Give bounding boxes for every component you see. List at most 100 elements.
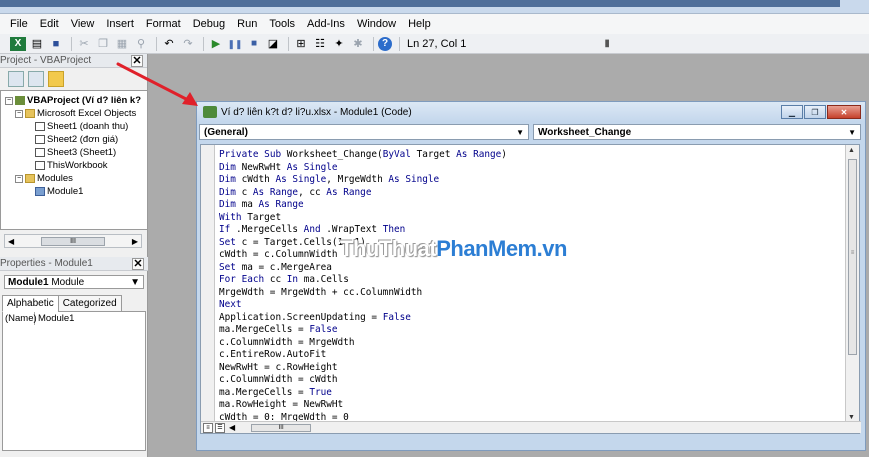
scroll-up-icon[interactable]: ▲ [848, 147, 855, 154]
view-code-icon[interactable] [8, 71, 24, 87]
collapse-icon[interactable]: − [15, 109, 23, 118]
code-line[interactable]: Dim cWdth As Single, MrgeWdth As Single [219, 174, 507, 187]
help-icon[interactable]: ? [378, 36, 392, 51]
code-line[interactable]: Private Sub Worksheet_Change(ByVal Targe… [219, 149, 507, 162]
paste-icon[interactable]: ▦ [114, 37, 130, 51]
tree-item-project[interactable]: − VBAProject (Ví d? liên k? [5, 94, 141, 107]
code-line[interactable]: Next [219, 299, 507, 312]
worksheet-icon [35, 122, 45, 131]
code-line[interactable]: NewRwHt = c.RowHeight [219, 362, 507, 375]
close-icon[interactable]: ✕ [827, 105, 861, 119]
close-icon[interactable]: ✕ [132, 257, 144, 270]
view-object-icon[interactable] [28, 71, 44, 87]
code-line[interactable]: MrgeWdth = MrgeWdth + cc.ColumnWidth [219, 287, 507, 300]
code-line[interactable]: ma.MergeCells = False [219, 324, 507, 337]
code-line[interactable]: c.ColumnWidth = MrgeWdth [219, 337, 507, 350]
minimize-icon[interactable]: ▁ [781, 105, 803, 119]
properties-panel-title: Properties - Module1 [0, 258, 93, 269]
code-line[interactable]: Application.ScreenUpdating = False [219, 312, 507, 325]
menu-debug[interactable]: Debug [187, 18, 231, 30]
property-value[interactable]: Module1 [35, 313, 74, 324]
scroll-left-icon[interactable]: ◀ [8, 237, 14, 246]
code-editor[interactable]: Private Sub Worksheet_Change(ByVal Targe… [200, 144, 861, 434]
chevron-down-icon[interactable]: ▼ [516, 128, 524, 137]
menu-file[interactable]: File [4, 18, 34, 30]
undo-icon[interactable]: ↶ [161, 37, 177, 51]
code-combos: (General) ▼ Worksheet_Change ▼ [197, 122, 865, 142]
close-icon[interactable]: ✕ [131, 54, 143, 67]
project-explorer-icon[interactable]: ⊞ [293, 37, 309, 51]
restore-icon[interactable]: ❐ [804, 105, 826, 119]
menu-format[interactable]: Format [140, 18, 187, 30]
object-select[interactable]: Module1 Module ▼ [4, 275, 144, 289]
collapse-icon[interactable]: − [5, 96, 13, 105]
design-mode-icon[interactable]: ◪ [265, 37, 281, 51]
scroll-thumb[interactable]: ≡ [848, 159, 857, 355]
code-line[interactable]: ma.RowHeight = NewRwHt [219, 399, 507, 412]
procedure-view-icon[interactable]: ≡ [203, 422, 213, 433]
menu-view[interactable]: View [65, 18, 101, 30]
run-icon[interactable]: ▶ [208, 37, 224, 51]
object-select-value: Module1 Module [8, 276, 85, 288]
tree-item-thisworkbook[interactable]: ThisWorkbook [35, 159, 108, 172]
view-excel-icon[interactable]: X [10, 36, 26, 51]
object-combo[interactable]: (General) ▼ [199, 124, 529, 140]
tab-categorized[interactable]: Categorized [57, 295, 122, 312]
menu-help[interactable]: Help [402, 18, 437, 30]
tree-item-modules[interactable]: − Modules [15, 172, 73, 185]
margin-indicator-bar[interactable] [201, 145, 215, 425]
tree-item-excel-objects[interactable]: − Microsoft Excel Objects [15, 107, 136, 120]
code-line[interactable]: With Target [219, 212, 507, 225]
properties-window-icon[interactable]: ☷ [312, 37, 328, 51]
tree-item-module1[interactable]: Module1 [35, 185, 83, 198]
break-icon[interactable]: ❚❚ [227, 37, 243, 51]
scroll-thumb[interactable]: III [251, 423, 312, 432]
vba-project-icon [15, 96, 25, 105]
tree-item-sheet1[interactable]: Sheet1 (doanh thu) [35, 120, 128, 133]
find-icon[interactable]: ⚲ [133, 37, 149, 51]
code-window-titlebar[interactable]: Ví d? liên k?t d? li?u.xlsx - Module1 (C… [197, 102, 865, 122]
cut-icon[interactable]: ✂ [76, 37, 92, 51]
procedure-combo[interactable]: Worksheet_Change ▼ [533, 124, 861, 140]
code-line[interactable]: If .MergeCells And .WrapText Then [219, 224, 507, 237]
menu-window[interactable]: Window [351, 18, 402, 30]
code-line[interactable]: c.EntireRow.AutoFit [219, 349, 507, 362]
toggle-folders-icon[interactable] [48, 71, 64, 87]
full-module-view-icon[interactable]: ☰ [215, 422, 225, 433]
copy-icon[interactable]: ❐ [95, 37, 111, 51]
code-line[interactable]: c.ColumnWidth = cWdth [219, 374, 507, 387]
code-line[interactable]: Dim c As Range, cc As Range [219, 187, 507, 200]
code-hscrollbar[interactable]: ≡ ☰ ◀ III [201, 421, 861, 433]
code-vscrollbar[interactable]: ▲ ≡ ▼ [845, 145, 859, 423]
project-tree-hscrollbar[interactable]: ◀ III ▶ [4, 234, 142, 248]
menu-run[interactable]: Run [231, 18, 263, 30]
code-line[interactable]: For Each cc In ma.Cells [219, 274, 507, 287]
tree-item-sheet3[interactable]: Sheet3 (Sheet1) [35, 146, 116, 159]
code-line[interactable]: ma.MergeCells = True [219, 387, 507, 400]
code-line[interactable]: Dim NewRwHt As Single [219, 162, 507, 175]
scroll-down-icon[interactable]: ▼ [848, 414, 855, 421]
code-line[interactable]: Dim ma As Range [219, 199, 507, 212]
tree-item-sheet2[interactable]: Sheet2 (đơn giá) [35, 133, 118, 146]
redo-icon[interactable]: ↷ [180, 37, 196, 51]
code-text[interactable]: Private Sub Worksheet_Change(ByVal Targe… [219, 149, 507, 424]
property-row[interactable]: (Name) Module1 [3, 312, 145, 325]
save-icon[interactable]: ■ [48, 37, 64, 51]
object-browser-icon[interactable]: ✦ [331, 37, 347, 51]
menu-edit[interactable]: Edit [34, 18, 65, 30]
insert-module-icon[interactable]: ▤ [29, 37, 45, 51]
code-line[interactable]: Set ma = c.MergeArea [219, 262, 507, 275]
scroll-left-icon[interactable]: ◀ [229, 423, 235, 432]
chevron-down-icon[interactable]: ▼ [848, 128, 856, 137]
scroll-right-icon[interactable]: ▶ [132, 237, 138, 246]
chevron-down-icon[interactable]: ▼ [130, 277, 140, 288]
reset-icon[interactable]: ■ [246, 37, 262, 51]
toolbar-grip-icon[interactable]: ▮ [604, 38, 610, 49]
menu-add-ins[interactable]: Add-Ins [301, 18, 351, 30]
menu-tools[interactable]: Tools [263, 18, 301, 30]
toolbox-icon[interactable]: ✱ [350, 37, 366, 51]
scroll-thumb[interactable]: III [41, 236, 105, 246]
menu-insert[interactable]: Insert [100, 18, 140, 30]
tab-alphabetic[interactable]: Alphabetic [2, 295, 59, 312]
collapse-icon[interactable]: − [15, 174, 23, 183]
